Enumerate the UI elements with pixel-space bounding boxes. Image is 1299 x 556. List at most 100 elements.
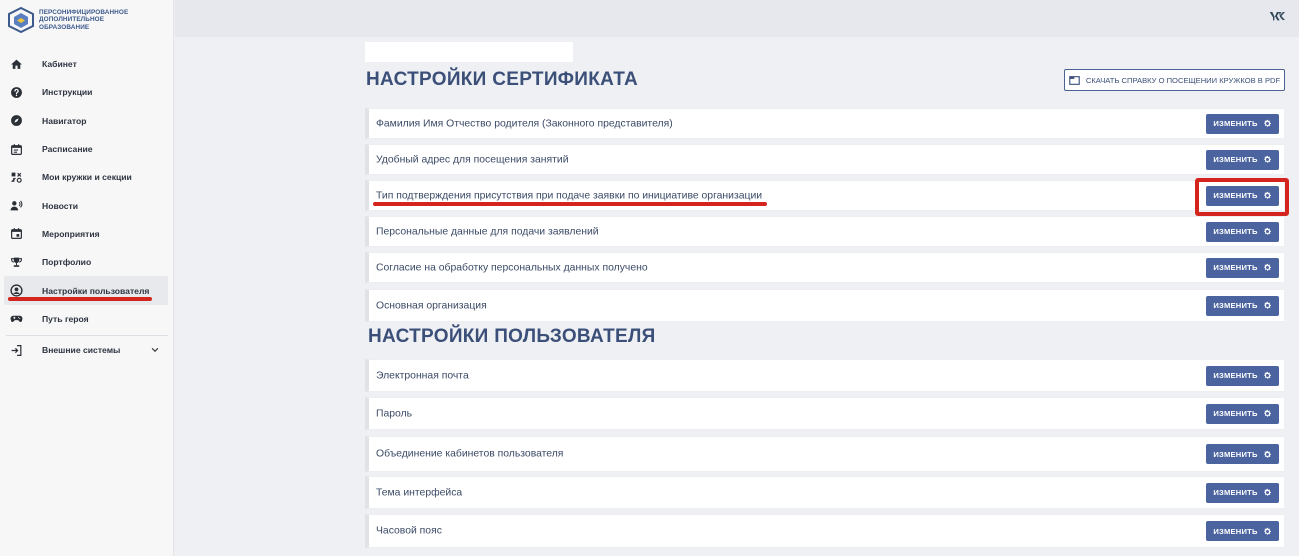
edit-label: ИЗМЕНИТЬ — [1213, 227, 1258, 236]
section-title-user: НАСТРОЙКИ ПОЛЬЗОВАТЕЛЯ — [368, 326, 656, 347]
sidebar-item-label: Путь героя — [42, 313, 89, 324]
row-label: Персональные данные для подачи заявлений — [376, 226, 599, 237]
sidebar-annotation-underline — [8, 297, 152, 301]
row-label: Объединение кабинетов пользователя — [376, 448, 564, 460]
logo-icon — [8, 7, 34, 33]
settings-row: Персональные данные для подачи заявлений… — [365, 216, 1284, 247]
edit-button[interactable]: ИЗМЕНИТЬ — [1206, 221, 1279, 242]
sidebar-item-cabinet[interactable]: Кабинет — [0, 50, 174, 78]
gear-icon — [1263, 155, 1271, 163]
sidebar-item-label: Новости — [42, 200, 79, 211]
row-label: Часовой пояс — [376, 525, 442, 537]
home-icon — [10, 58, 23, 71]
section-title-certificate: НАСТРОЙКИ СЕРТИФИКАТА — [366, 69, 638, 90]
settings-row: Пароль ИЗМЕНИТЬ — [365, 397, 1284, 430]
edit-button[interactable]: ИЗМЕНИТЬ — [1206, 149, 1279, 170]
login-icon — [10, 344, 23, 357]
edit-label: ИЗМЕНИТЬ — [1213, 526, 1258, 536]
compass-icon — [10, 114, 23, 127]
settings-row: Фамилия Имя Отчество родителя (Законного… — [365, 108, 1284, 139]
sidebar-item-label: Кабинет — [42, 59, 77, 70]
edit-button[interactable]: ИЗМЕНИТЬ — [1206, 295, 1279, 316]
edit-button[interactable]: ИЗМЕНИТЬ — [1206, 482, 1279, 503]
gear-icon — [1263, 227, 1271, 235]
row-label: Основная организация — [376, 300, 487, 311]
row-label: Удобный адрес для посещения занятий — [376, 154, 569, 165]
sidebar-item-instructions[interactable]: Инструкции — [0, 78, 174, 106]
edit-label: ИЗМЕНИТЬ — [1213, 371, 1258, 380]
settings-row: Объединение кабинетов пользователя ИЗМЕН… — [365, 436, 1284, 472]
top-bar — [175, 0, 1299, 37]
settings-row: Электронная почта ИЗМЕНИТЬ — [365, 359, 1284, 392]
user-circle-icon — [10, 284, 23, 297]
settings-row: Часовой пояс ИЗМЕНИТЬ — [365, 514, 1284, 548]
edit-label: ИЗМЕНИТЬ — [1213, 155, 1258, 164]
sidebar-item-schedule[interactable]: Расписание — [0, 135, 174, 163]
trophy-icon — [10, 256, 23, 269]
sidebar-item-navigator[interactable]: Навигатор — [0, 107, 174, 135]
gear-icon — [1263, 301, 1271, 309]
gear-icon — [1263, 119, 1271, 127]
settings-row: Тема интерфейса ИЗМЕНИТЬ — [365, 476, 1284, 509]
edit-button[interactable]: ИЗМЕНИТЬ — [1206, 257, 1279, 278]
sidebar-item-news[interactable]: Новости — [0, 191, 174, 219]
speaker-icon — [10, 199, 23, 212]
sidebar-item-label: Навигатор — [42, 115, 87, 126]
sidebar: ПЕРСОНИФИЦИРОВАННОЕ ДОПОЛНИТЕЛЬНОЕ ОБРАЗ… — [0, 0, 174, 556]
window-icon — [1069, 75, 1080, 85]
logo[interactable]: ПЕРСОНИФИЦИРОВАННОЕ ДОПОЛНИТЕЛЬНОЕ ОБРАЗ… — [8, 7, 134, 33]
edit-button[interactable]: ИЗМЕНИТЬ — [1206, 365, 1279, 386]
row-label: Электронная почта — [376, 370, 469, 381]
annotation-highlight-box — [1195, 178, 1289, 216]
settings-row: Основная организация ИЗМЕНИТЬ — [365, 289, 1284, 322]
sidebar-item-portfolio[interactable]: Портфолио — [0, 248, 174, 276]
edit-label: ИЗМЕНИТЬ — [1213, 263, 1258, 272]
gear-icon — [1263, 527, 1271, 535]
edit-label: ИЗМЕНИТЬ — [1213, 409, 1258, 418]
sidebar-item-my-clubs[interactable]: Мои кружки и секции — [0, 163, 174, 191]
sidebar-item-label: Расписание — [42, 144, 93, 155]
row-label: Тема интерфейса — [376, 487, 463, 498]
gear-icon — [1263, 488, 1271, 496]
edit-button[interactable]: ИЗМЕНИТЬ — [1206, 403, 1279, 424]
event-icon — [10, 227, 23, 240]
edit-label: ИЗМЕНИТЬ — [1213, 449, 1258, 459]
edit-button[interactable]: ИЗМЕНИТЬ — [1206, 444, 1279, 464]
row-label: Согласие на обработку персональных данны… — [376, 262, 648, 273]
sidebar-item-label: Мои кружки и секции — [42, 172, 132, 183]
settings-row: Согласие на обработку персональных данны… — [365, 252, 1284, 283]
gear-icon — [1263, 450, 1271, 458]
annotation-underline — [373, 202, 767, 206]
sidebar-item-hero-path[interactable]: Путь героя — [0, 305, 174, 333]
edit-button[interactable]: ИЗМЕНИТЬ — [1206, 521, 1279, 541]
row-label: Фамилия Имя Отчество родителя (Законного… — [376, 118, 673, 129]
calendar-icon — [10, 143, 23, 156]
sidebar-item-label: Портфолио — [42, 257, 92, 268]
gear-icon — [1263, 409, 1271, 417]
logo-text: ПЕРСОНИФИЦИРОВАННОЕ ДОПОЛНИТЕЛЬНОЕ ОБРАЗ… — [39, 9, 129, 31]
sidebar-item-label: Инструкции — [42, 87, 93, 98]
gear-icon — [1263, 263, 1271, 271]
puzzle-icon — [10, 171, 23, 184]
sidebar-item-label: Внешние системы — [42, 345, 121, 356]
edit-label: ИЗМЕНИТЬ — [1213, 488, 1258, 497]
settings-row: Удобный адрес для посещения занятий ИЗМЕ… — [365, 144, 1284, 175]
edit-label: ИЗМЕНИТЬ — [1213, 301, 1258, 310]
gamepad-icon — [10, 312, 23, 325]
sidebar-item-events[interactable]: Мероприятия — [0, 220, 174, 248]
download-pdf-button[interactable]: СКАЧАТЬ СПРАВКУ О ПОСЕЩЕНИИ КРУЖКОВ В PD… — [1064, 69, 1285, 91]
sidebar-item-label: Мероприятия — [42, 228, 100, 239]
question-icon — [10, 86, 23, 99]
row-label: Пароль — [376, 408, 413, 419]
edit-button[interactable]: ИЗМЕНИТЬ — [1206, 113, 1279, 134]
vk-icon[interactable] — [1269, 10, 1285, 22]
sidebar-item-label: Настройки пользователя — [42, 285, 150, 296]
gear-icon — [1263, 371, 1271, 379]
row-label: Тип подтверждения присутствия при подаче… — [376, 190, 763, 201]
sidebar-nav: Кабинет Инструкции Навигатор Расписание … — [0, 50, 174, 364]
sidebar-item-external-systems[interactable]: Внешние системы — [0, 336, 174, 364]
chevron-down-icon[interactable] — [150, 345, 160, 355]
download-pdf-label: СКАЧАТЬ СПРАВКУ О ПОСЕЩЕНИИ КРУЖКОВ В PD… — [1085, 75, 1281, 85]
blank-header-strip — [365, 42, 573, 62]
edit-label: ИЗМЕНИТЬ — [1213, 119, 1258, 128]
